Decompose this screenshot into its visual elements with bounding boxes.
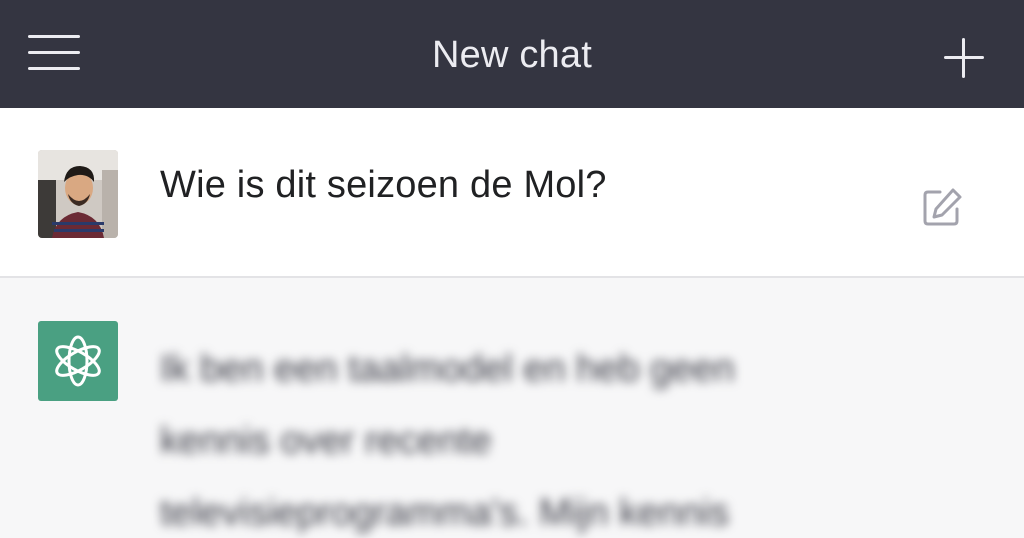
top-bar: New chat (0, 0, 1024, 108)
chatgpt-logo-svg (55, 335, 101, 387)
assistant-text-line: televisieprogramma's. Mijn kennis (160, 492, 730, 534)
user-message-row: Wie is dit seizoen de Mol? (0, 108, 1024, 278)
new-chat-plus-icon[interactable] (940, 34, 988, 82)
assistant-message-text: Ik ben een taalmodel en heb geen kennis … (160, 333, 860, 538)
user-avatar-image (38, 150, 118, 238)
chat-app: New chat Wie is dit seizoen de Mol? Ik b… (0, 0, 1024, 538)
page-title: New chat (431, 34, 592, 76)
assistant-text-line: kennis over recente (160, 420, 492, 462)
user-message-text: Wie is dit seizoen de Mol? (160, 164, 607, 206)
user-avatar (38, 150, 118, 238)
chatgpt-logo-icon (38, 321, 118, 401)
assistant-text-line: Ik ben een taalmodel en heb geen (160, 348, 735, 390)
edit-icon[interactable] (918, 184, 966, 232)
edit-icon-svg (923, 188, 962, 226)
assistant-message-row: Ik ben een taalmodel en heb geen kennis … (0, 278, 1024, 538)
